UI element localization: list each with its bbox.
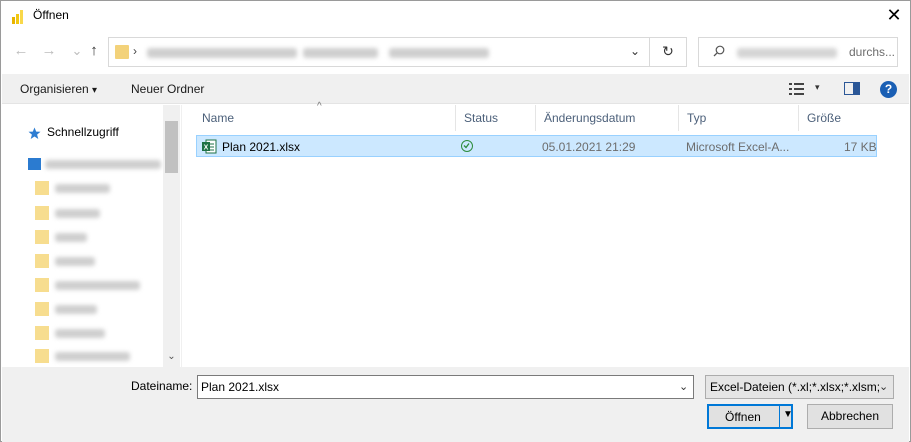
breadcrumb-chevron-icon: › <box>133 44 137 58</box>
back-button[interactable]: ← <box>11 41 31 61</box>
search-placeholder: durchs... <box>849 45 896 59</box>
organize-label: Organisieren <box>20 82 89 96</box>
folder-icon <box>35 254 49 268</box>
sidebar-item-redacted[interactable] <box>55 209 100 218</box>
navigation-pane <box>2 105 180 367</box>
filename-field[interactable]: Plan 2021.xlsx <box>197 375 694 399</box>
star-icon <box>28 127 41 139</box>
organize-button[interactable]: Organisieren ▾ <box>20 82 97 96</box>
open-file-dialog: Öffnen ✕ ← → ⌄ ↑ › ⌄ ↻ durchs... Organis… <box>0 0 911 442</box>
svg-text:X: X <box>204 145 209 152</box>
powerbi-app-icon <box>12 10 23 24</box>
up-button[interactable]: ↑ <box>84 41 104 61</box>
sidebar-item-redacted[interactable] <box>55 281 140 290</box>
cancel-button[interactable]: Abbrechen <box>807 404 893 429</box>
scrollbar-thumb[interactable] <box>165 121 178 173</box>
cloud-drive-icon <box>28 158 41 170</box>
new-folder-button[interactable]: Neuer Ordner <box>131 82 204 96</box>
folder-icon <box>35 326 49 340</box>
refresh-icon[interactable]: ↻ <box>659 43 677 61</box>
column-header-status[interactable]: Status <box>456 105 536 131</box>
window-title: Öffnen <box>33 8 69 22</box>
folder-icon <box>35 181 49 195</box>
breadcrumb-segment-redacted[interactable] <box>303 48 378 58</box>
file-size: 17 KB <box>844 140 877 154</box>
excel-file-icon: X <box>202 139 217 154</box>
file-type: Microsoft Excel-A... <box>686 140 790 154</box>
sidebar-item-redacted[interactable] <box>45 160 161 169</box>
chevron-down-icon: ▾ <box>92 85 98 96</box>
command-bar: Organisieren ▾ Neuer Ordner ▾ ? <box>2 74 909 104</box>
sync-status-icon <box>461 140 473 152</box>
address-bar[interactable]: › ⌄ ↻ <box>108 37 687 67</box>
column-header-date[interactable]: Änderungsdatum <box>536 105 679 131</box>
folder-icon <box>115 45 129 59</box>
close-icon[interactable]: ✕ <box>884 5 904 25</box>
sidebar-item-redacted[interactable] <box>55 184 110 193</box>
column-header-name[interactable]: Name <box>194 105 456 131</box>
folder-icon <box>35 230 49 244</box>
folder-icon <box>35 206 49 220</box>
sidebar-item-redacted[interactable] <box>55 257 95 266</box>
scroll-down-icon[interactable]: ⌄ <box>165 351 178 363</box>
folder-icon <box>35 349 49 363</box>
folder-icon <box>35 302 49 316</box>
file-date: 05.01.2021 21:29 <box>542 140 636 154</box>
sidebar-item-redacted[interactable] <box>55 329 105 338</box>
breadcrumb-segment-redacted[interactable] <box>147 48 297 58</box>
filename-dropdown-icon[interactable]: ⌄ <box>679 380 688 393</box>
help-icon[interactable]: ? <box>880 81 897 98</box>
column-header-size[interactable]: Größe <box>799 105 879 131</box>
column-header-type[interactable]: Typ <box>679 105 799 131</box>
address-dropdown-icon[interactable]: ⌄ <box>627 44 643 60</box>
filter-dropdown-icon[interactable]: ⌄ <box>879 380 888 393</box>
title-bar: Öffnen ✕ <box>1 1 910 31</box>
preview-pane-icon[interactable] <box>844 82 860 95</box>
forward-button[interactable]: → <box>39 41 59 61</box>
chevron-down-icon[interactable]: ▾ <box>815 82 820 93</box>
search-icon <box>713 45 725 57</box>
open-options-arrow-icon[interactable]: ▼ <box>783 409 793 420</box>
view-options-icon[interactable] <box>789 83 805 95</box>
search-box[interactable]: durchs... <box>698 37 898 67</box>
search-placeholder-redacted <box>737 48 837 58</box>
open-button-label: Öffnen <box>725 410 761 424</box>
divider <box>649 38 650 66</box>
folder-icon <box>35 278 49 292</box>
split-divider <box>779 406 780 427</box>
pane-splitter[interactable] <box>181 105 182 367</box>
sidebar-item-quick-access[interactable]: Schnellzugriff <box>47 125 119 141</box>
filename-label: Dateiname: <box>131 379 193 393</box>
breadcrumb-segment-redacted[interactable] <box>389 48 489 58</box>
file-type-filter[interactable]: Excel-Dateien (*.xl;*.xlsx;*.xlsm; <box>705 375 894 399</box>
sidebar-item-redacted[interactable] <box>55 305 97 314</box>
table-row[interactable]: X Plan 2021.xlsx 05.01.2021 21:29 Micros… <box>196 135 877 157</box>
file-name: Plan 2021.xlsx <box>222 140 301 154</box>
open-button[interactable]: Öffnen ▼ <box>707 404 793 429</box>
sidebar-item-redacted[interactable] <box>55 352 130 361</box>
sidebar-item-redacted[interactable] <box>55 233 87 242</box>
